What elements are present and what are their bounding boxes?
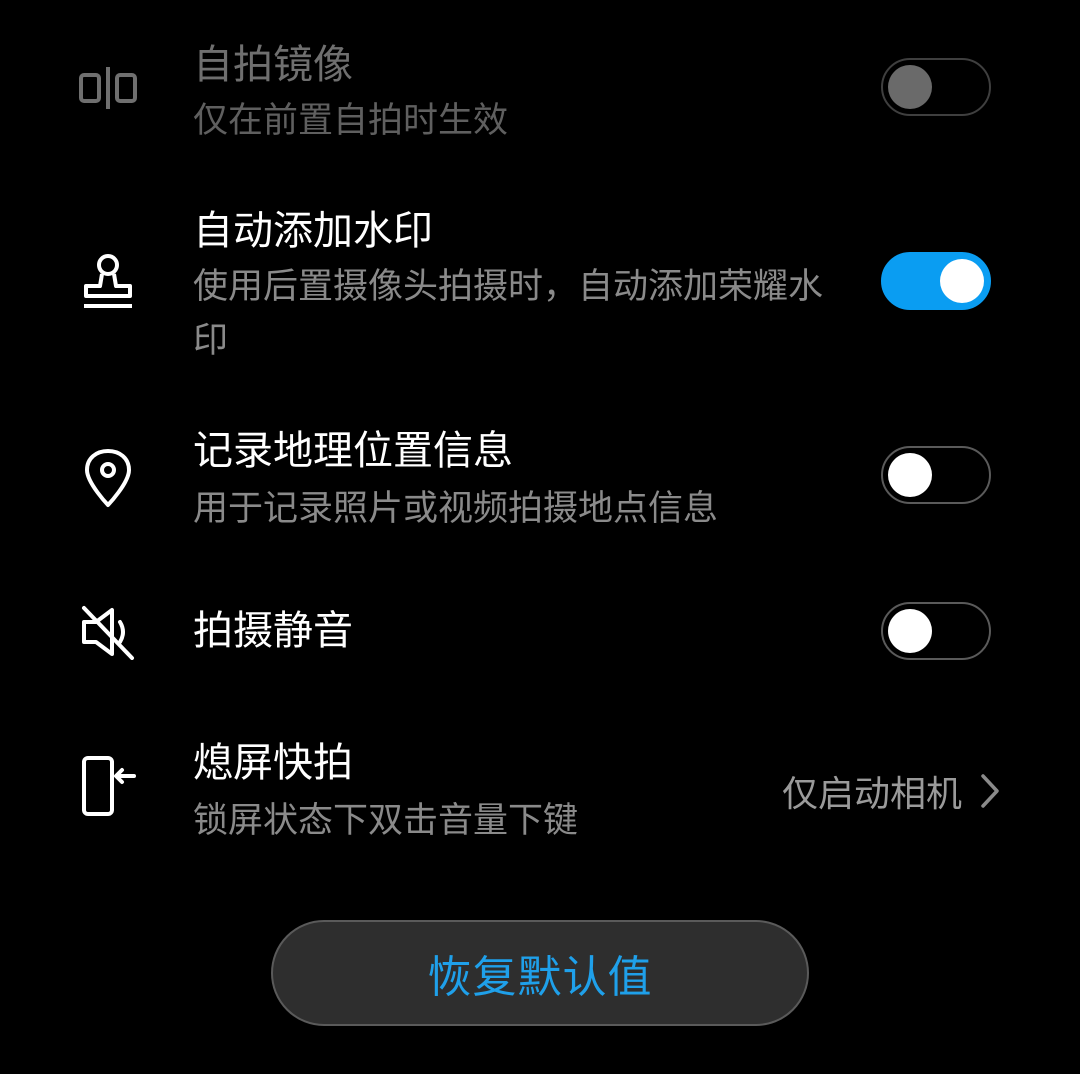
phone-side-key-icon <box>76 754 140 818</box>
setting-subtitle: 锁屏状态下双击音量下键 <box>193 801 579 841</box>
selfie-mirror-switch[interactable] <box>881 58 991 116</box>
setting-subtitle: 用于记录照片或视频拍摄地点信息 <box>193 489 719 529</box>
setting-title: 自拍镜像 <box>193 42 353 88</box>
setting-subtitle: 使用后置摄像头拍摄时，自动添加荣耀水印 <box>193 267 824 361</box>
mute-speaker-icon <box>76 600 140 664</box>
shutter-mute-switch[interactable] <box>881 602 991 660</box>
switch-knob <box>888 609 932 653</box>
location-info-switch[interactable] <box>881 446 991 504</box>
quick-snap-value: 仅启动相机 <box>781 774 962 815</box>
restore-defaults-label: 恢复默认值 <box>427 952 653 1003</box>
restore-defaults-button[interactable]: 恢复默认值 <box>271 920 809 1026</box>
quick-snap-value-link[interactable]: 仅启动相机 <box>782 766 1000 816</box>
setting-title: 拍摄静音 <box>193 608 353 654</box>
setting-title: 自动添加水印 <box>193 208 433 254</box>
mirror-icon <box>76 56 140 120</box>
stamp-icon <box>76 250 140 314</box>
setting-title: 熄屏快拍 <box>193 740 353 786</box>
setting-subtitle: 仅在前置自拍时生效 <box>193 101 509 141</box>
setting-title: 记录地理位置信息 <box>193 428 513 474</box>
auto-watermark-switch[interactable] <box>881 252 991 310</box>
switch-knob <box>888 453 932 497</box>
switch-knob <box>888 65 932 109</box>
location-pin-icon <box>76 446 140 510</box>
switch-knob <box>940 259 984 303</box>
chevron-right-icon <box>980 773 1000 809</box>
